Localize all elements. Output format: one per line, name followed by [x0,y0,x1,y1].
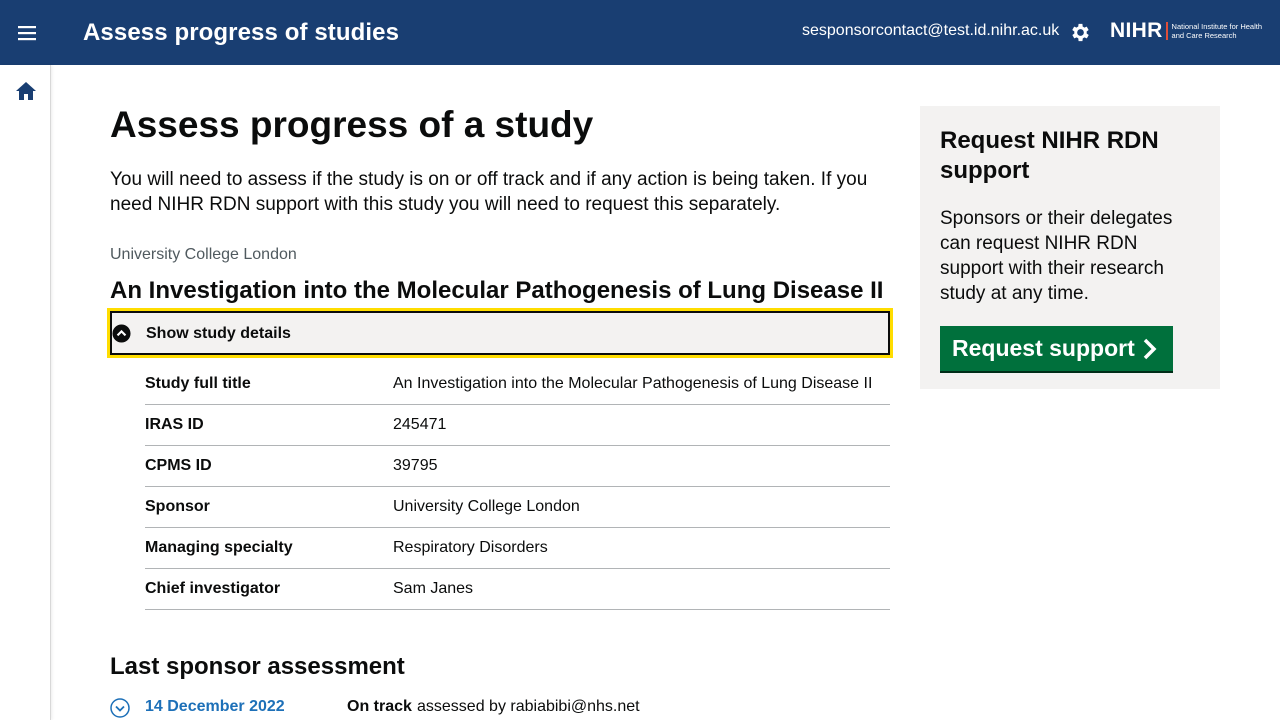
summary-key: Chief investigator [145,580,281,597]
assessment-assessor: assessed by rabiabibi@nhs.net [417,698,640,715]
nihr-logo[interactable]: NIHR National Institute for Health and C… [1110,19,1272,43]
aside-heading: Request NIHR RDN support [940,127,1159,184]
request-support-panel: Request NIHR RDN support Sponsors or the… [920,106,1220,389]
last-assessment-heading: Last sponsor assessment [110,653,405,680]
request-support-button[interactable]: Request support [940,326,1173,371]
summary-key: CPMS ID [145,457,212,474]
summary-key: Study full title [145,375,251,392]
summary-row: Chief investigator Sam Janes [145,569,890,610]
request-support-label: Request support [952,335,1135,361]
summary-key: IRAS ID [145,416,204,433]
page-title: Assess progress of a study [110,104,594,145]
summary-value: Respiratory Disorders [393,539,548,556]
assessment-status: On track [347,698,412,715]
summary-value: 245471 [393,416,447,433]
sidebar [0,65,51,720]
summary-row: Sponsor University College London [145,487,890,528]
study-details-list: Study full title An Investigation into t… [145,364,890,610]
home-icon[interactable] [15,81,37,101]
summary-value: 39795 [393,457,438,474]
app-title[interactable]: Assess progress of studies [83,19,399,47]
menu-icon[interactable] [14,20,40,46]
details-toggle-label: Show study details [146,325,291,342]
organisation-caption: University College London [110,246,297,263]
summary-row: Study full title An Investigation into t… [145,364,890,405]
summary-row: Managing specialty Respiratory Disorders [145,528,890,569]
summary-key: Sponsor [145,498,210,515]
logo-main: NIHR [1110,19,1163,42]
page-lead: You will need to assess if the study is … [110,169,868,215]
summary-value: An Investigation into the Molecular Path… [393,375,873,392]
chevron-right-icon [1141,338,1159,360]
chevron-up-circle-icon [112,324,131,343]
top-header: Assess progress of studies sesponsorcont… [0,0,1280,65]
logo-divider [1165,22,1168,40]
summary-row: IRAS ID 245471 [145,405,890,446]
assessment-date-link[interactable]: 14 December 2022 [145,698,285,716]
study-title: An Investigation into the Molecular Path… [110,277,884,304]
logo-subtitle: National Institute for Health and Care R… [1171,22,1262,40]
chevron-down-circle-icon[interactable] [110,698,130,718]
aside-body: Sponsors or their delegates can request … [940,208,1173,304]
user-email: sesponsorcontact@test.id.nihr.ac.uk [802,22,1060,39]
gear-icon[interactable] [1069,21,1092,44]
summary-value: Sam Janes [393,580,474,597]
summary-key: Managing specialty [145,539,293,556]
summary-row: CPMS ID 39795 [145,446,890,487]
summary-value: University College London [393,498,580,515]
show-study-details-toggle[interactable]: Show study details [107,308,893,358]
